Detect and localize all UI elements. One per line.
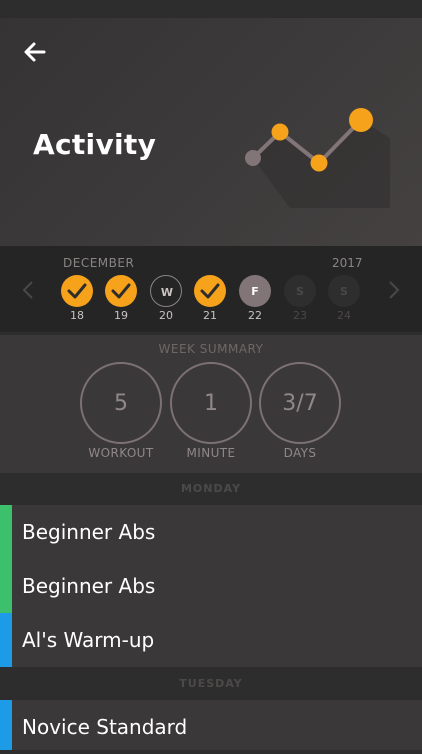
day-21[interactable] [194, 275, 226, 307]
day-number: 23 [293, 309, 307, 322]
day-letter: F [251, 284, 259, 298]
section-header-monday: MONDAY [0, 474, 422, 504]
checkmark-icon [111, 283, 131, 299]
workout-name: Beginner Abs [22, 520, 156, 544]
workout-name: Beginner Abs [22, 574, 156, 598]
days-count: 3/7 [259, 362, 341, 444]
day-number: 24 [337, 309, 351, 322]
status-bar-area [0, 0, 422, 18]
week-calendar: DECEMBER 2017 18 19 W 20 21 F 22 S 23 S … [0, 246, 422, 332]
day-letter: S [340, 284, 348, 298]
arrow-left-icon [24, 42, 46, 62]
activity-header: Activity [0, 18, 422, 246]
workout-item[interactable]: Beginner Abs [0, 559, 422, 613]
day-number: 22 [248, 309, 262, 322]
section-header-tuesday: TUESDAY [0, 669, 422, 699]
day-22[interactable]: F [239, 275, 271, 307]
week-summary-label: WEEK SUMMARY [158, 342, 264, 356]
category-color-bar [0, 559, 12, 613]
week-summary: WEEK SUMMARY 5 WORKOUT 1 MINUTE 3/7 DAYS [0, 335, 422, 473]
minute-count: 1 [170, 362, 252, 444]
day-18[interactable] [61, 275, 93, 307]
day-letter: W [160, 285, 174, 299]
chevron-left-icon [22, 281, 33, 299]
activity-graph-icon [245, 108, 390, 208]
day-number: 19 [114, 309, 128, 322]
day-20[interactable]: W [150, 275, 182, 307]
workout-name: Al's Warm-up [22, 628, 155, 652]
day-letter: S [296, 284, 304, 298]
category-color-bar [0, 700, 12, 750]
workout-item[interactable]: Novice Standard [0, 700, 422, 750]
workout-count: 5 [80, 362, 162, 444]
checkmark-icon [200, 283, 220, 299]
category-color-bar [0, 505, 12, 559]
day-number: 18 [70, 309, 84, 322]
category-color-bar [0, 613, 12, 667]
workout-item[interactable]: Beginner Abs [0, 505, 422, 559]
previous-week-button[interactable] [22, 280, 36, 300]
days-label: DAYS [283, 446, 317, 460]
workout-name: Novice Standard [22, 715, 188, 739]
day-number: 21 [203, 309, 217, 322]
day-19[interactable] [105, 275, 137, 307]
day-23[interactable]: S [284, 275, 316, 307]
next-week-button[interactable] [388, 280, 402, 300]
chevron-right-icon [389, 281, 400, 299]
day-24[interactable]: S [328, 275, 360, 307]
day-number: 20 [159, 309, 173, 322]
workout-item[interactable]: Al's Warm-up [0, 613, 422, 667]
calendar-year: 2017 [332, 256, 363, 270]
page-title: Activity [33, 128, 157, 161]
checkmark-icon [67, 283, 87, 299]
back-button[interactable] [22, 40, 48, 64]
calendar-month: DECEMBER [63, 256, 135, 270]
